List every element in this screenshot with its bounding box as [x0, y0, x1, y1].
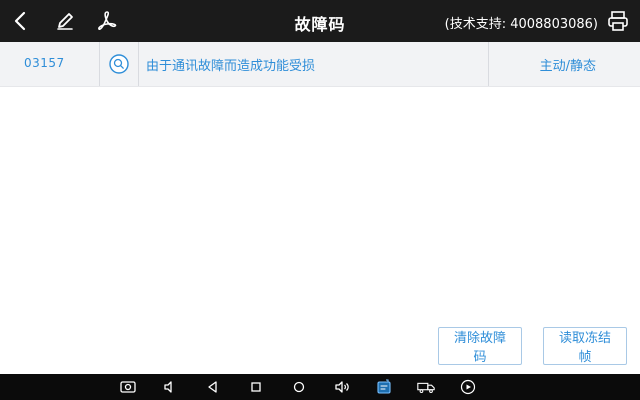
- home-icon[interactable]: [289, 377, 309, 397]
- back-triangle-icon[interactable]: [203, 377, 223, 397]
- play-icon[interactable]: [458, 377, 478, 397]
- dtc-row[interactable]: 03157 由于通讯故障而造成功能受损 主动/静态: [0, 42, 640, 87]
- top-bar: 故障码 (技术支持: 4008803086): [0, 0, 640, 42]
- truck-icon[interactable]: [416, 377, 436, 397]
- search-icon[interactable]: [108, 53, 130, 75]
- volume-down-icon[interactable]: [160, 377, 180, 397]
- dtc-status: 主动/静态: [539, 59, 596, 74]
- screenshot-icon[interactable]: [118, 377, 138, 397]
- volume-up-icon[interactable]: [332, 377, 352, 397]
- row-divider: [138, 42, 139, 86]
- system-nav-bar: [0, 374, 640, 400]
- clear-dtc-button[interactable]: 清除故障码: [438, 327, 522, 365]
- vci-connected-icon[interactable]: [374, 377, 394, 397]
- row-divider: [488, 42, 489, 86]
- print-icon[interactable]: [604, 8, 632, 34]
- dtc-description: 由于通讯故障而造成功能受损: [146, 59, 316, 74]
- recent-apps-icon[interactable]: [246, 377, 266, 397]
- support-text: (技术支持: 4008803086): [444, 17, 598, 32]
- read-freeze-frame-button[interactable]: 读取冻结帧: [543, 327, 627, 365]
- dtc-code: 03157: [24, 56, 65, 70]
- row-divider: [99, 42, 100, 86]
